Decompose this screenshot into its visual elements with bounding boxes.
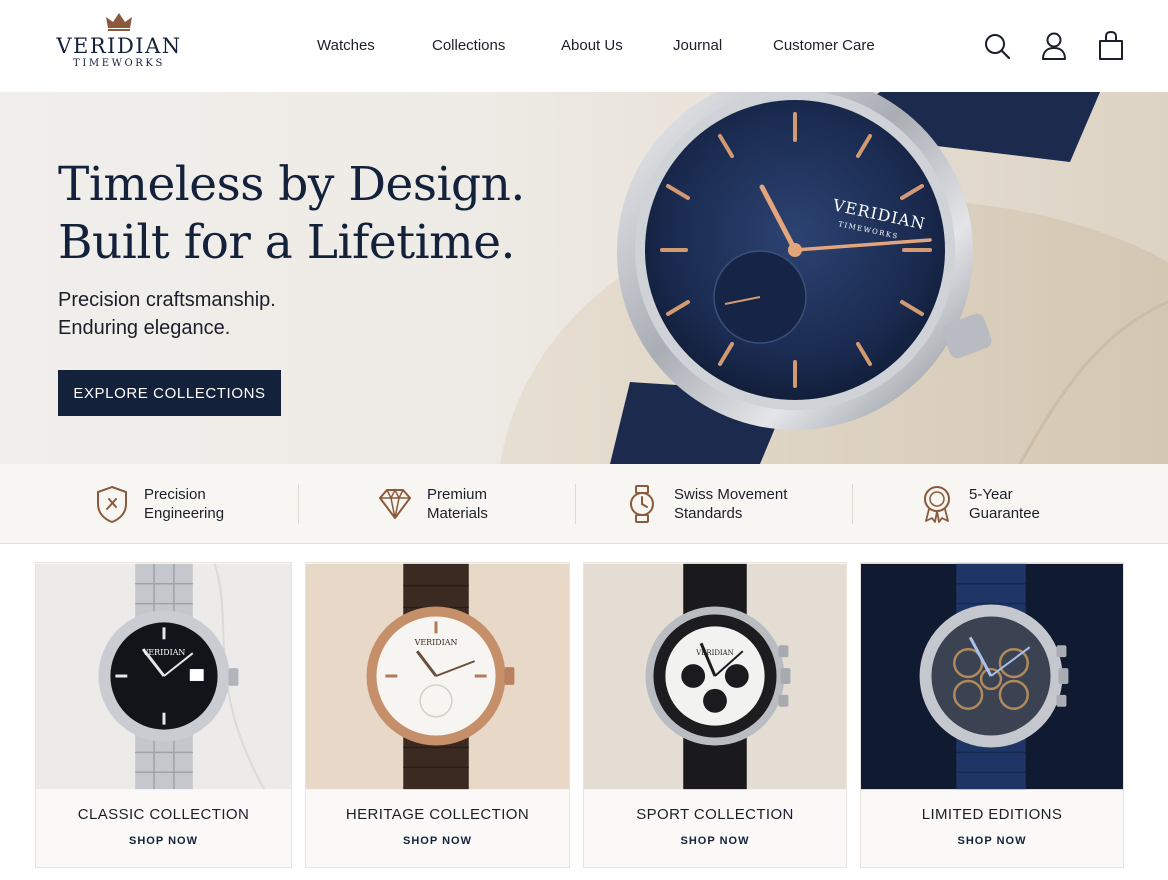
brand-logo[interactable]: VERIDIAN TIMEWORKS — [56, 12, 182, 78]
hero-watch-image: VERIDIAN TIMEWORKS — [500, 92, 1168, 464]
diamond-icon — [379, 488, 411, 519]
feature-premium-materials: Premium Materials — [377, 464, 488, 544]
sport-watch-image: VERIDIAN — [584, 563, 846, 790]
collection-card-sport[interactable]: VERIDIAN SPORT COLLECTION SHOP NOW — [583, 562, 847, 868]
feature-guarantee: 5-Year Guarantee — [919, 464, 1040, 544]
feature-3-line-2: Standards — [674, 505, 743, 522]
watch-icon — [630, 485, 654, 523]
collection-card-classic[interactable]: VERIDIAN CLASSIC COLLECTION SHOP NOW — [35, 562, 292, 868]
card-title: LIMITED EDITIONS — [921, 806, 1063, 823]
nav-about-us[interactable]: About Us — [561, 37, 623, 54]
feature-2-line-1: Premium — [427, 486, 488, 503]
limited-watch-image — [861, 563, 1123, 790]
sport-dial-brand: VERIDIAN — [695, 649, 733, 657]
feature-swiss-movement: Swiss Movement Standards — [624, 464, 787, 544]
card-title: HERITAGE COLLECTION — [345, 806, 530, 823]
card-title: SPORT COLLECTION — [636, 806, 794, 823]
award-ribbon-icon — [924, 486, 950, 523]
heritage-watch-image: VERIDIAN — [306, 563, 569, 790]
nav-customer-care[interactable]: Customer Care — [773, 37, 875, 54]
feature-divider — [575, 484, 576, 524]
collection-card-heritage[interactable]: VERIDIAN HERITAGE COLLECTION SHOP NOW — [305, 562, 570, 868]
hero-subtitle: Precision craftsmanship. Enduring elegan… — [58, 286, 276, 342]
heritage-dial-brand: VERIDIAN — [414, 638, 458, 647]
feature-divider — [852, 484, 853, 524]
classic-dial-brand: VERIDIAN — [142, 648, 186, 657]
account-button[interactable] — [1039, 30, 1069, 62]
shop-now-link[interactable]: SHOP NOW — [861, 835, 1123, 847]
card-title: CLASSIC COLLECTION — [77, 806, 250, 823]
hero-title-line-2: Built for a Lifetime. — [58, 215, 515, 270]
hero-subtitle-line-1: Precision craftsmanship. — [58, 289, 276, 311]
nav-watches[interactable]: Watches — [317, 37, 375, 54]
nav-collections[interactable]: Collections — [432, 37, 505, 54]
brand-tagline: TIMEWORKS — [73, 58, 165, 69]
cart-button[interactable] — [1096, 30, 1126, 62]
shop-now-link[interactable]: SHOP NOW — [306, 835, 569, 847]
hero-subtitle-line-2: Enduring elegance. — [58, 317, 231, 339]
feature-precision-engineering: Precision Engineering — [94, 464, 224, 544]
classic-watch-image: VERIDIAN — [36, 563, 291, 790]
account-icon — [1042, 32, 1066, 60]
feature-3-line-1: Swiss Movement — [674, 486, 788, 503]
features-bar: Precision Engineering Premium Materials … — [0, 464, 1168, 544]
shop-now-link[interactable]: SHOP NOW — [36, 835, 291, 847]
site-header: VERIDIAN TIMEWORKS Watches Collections A… — [0, 0, 1168, 92]
hero-title-line-1: Timeless by Design. — [58, 157, 525, 212]
search-button[interactable] — [982, 30, 1012, 62]
feature-1-line-2: Engineering — [144, 505, 225, 522]
search-icon — [985, 34, 1011, 60]
feature-2-line-2: Materials — [427, 505, 488, 522]
brand-name: VERIDIAN — [56, 34, 182, 58]
crown-icon — [106, 13, 132, 31]
nav-journal[interactable]: Journal — [673, 37, 722, 54]
feature-4-line-1: 5-Year — [969, 486, 1013, 503]
shopping-bag-icon — [1099, 30, 1123, 60]
hero-title: Timeless by Design. Built for a Lifetime… — [58, 156, 525, 272]
feature-4-line-2: Guarantee — [969, 505, 1040, 522]
shop-now-link[interactable]: SHOP NOW — [584, 835, 846, 847]
hero-banner: VERIDIAN TIMEWORKS Timeless by Design. B… — [0, 92, 1168, 464]
feature-1-line-1: Precision — [144, 486, 206, 503]
feature-divider — [298, 484, 299, 524]
explore-collections-button[interactable]: EXPLORE COLLECTIONS — [58, 370, 281, 416]
collection-card-limited[interactable]: LIMITED EDITIONS SHOP NOW — [860, 562, 1124, 868]
shield-icon — [97, 485, 127, 524]
